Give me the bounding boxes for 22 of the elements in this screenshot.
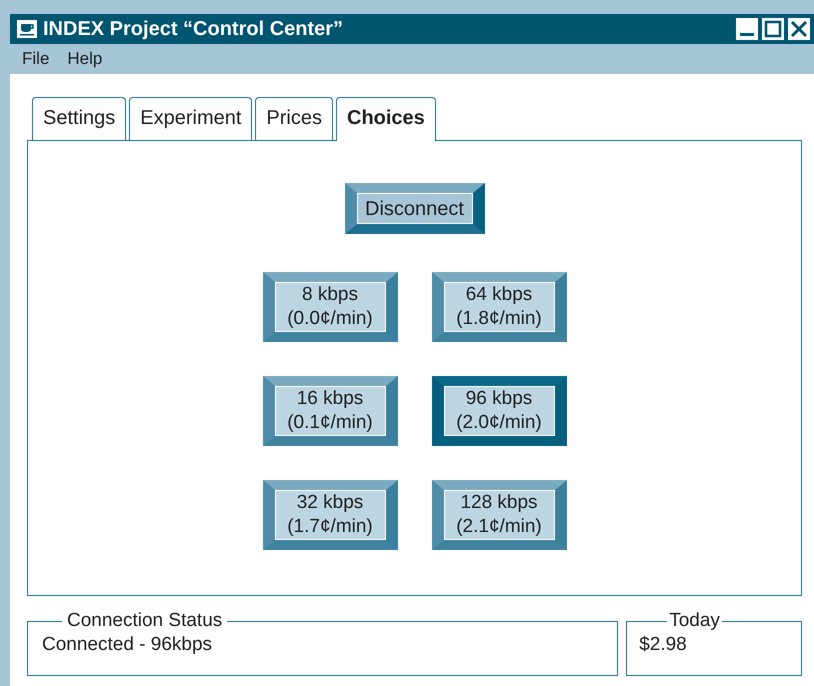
menu-item[interactable]: File — [22, 49, 50, 69]
tab[interactable]: Settings — [32, 97, 126, 140]
rate-button[interactable]: 128 kbps (2.1¢/min) — [432, 480, 566, 550]
rate-button[interactable]: 96 kbps (2.0¢/min) — [432, 376, 566, 446]
menu-item[interactable]: Help — [67, 49, 102, 69]
tab[interactable]: Prices — [255, 97, 333, 140]
rate-button[interactable]: 32 kbps (1.7¢/min) — [262, 480, 398, 550]
cup-icon — [17, 20, 37, 38]
status-text: Connected - 96kbps — [42, 634, 212, 655]
disconnect-button[interactable]: Disconnect — [344, 183, 484, 234]
minimize-icon[interactable] — [736, 18, 758, 40]
window-title: INDEX Project “Control Center” — [43, 18, 344, 40]
group-label: Connection Status — [66, 610, 224, 632]
cost-text: $2.98 — [639, 634, 687, 655]
tab[interactable]: Experiment — [129, 97, 252, 140]
maximize-icon[interactable] — [762, 18, 784, 40]
rate-button[interactable]: 64 kbps (1.8¢/min) — [432, 272, 566, 342]
group-label: Today — [668, 610, 721, 632]
close-icon[interactable] — [788, 18, 810, 40]
rate-button[interactable]: 16 kbps (0.1¢/min) — [262, 376, 398, 446]
rate-button[interactable]: 8 kbps (0.0¢/min) — [262, 272, 398, 342]
tab[interactable]: Choices — [336, 97, 436, 141]
